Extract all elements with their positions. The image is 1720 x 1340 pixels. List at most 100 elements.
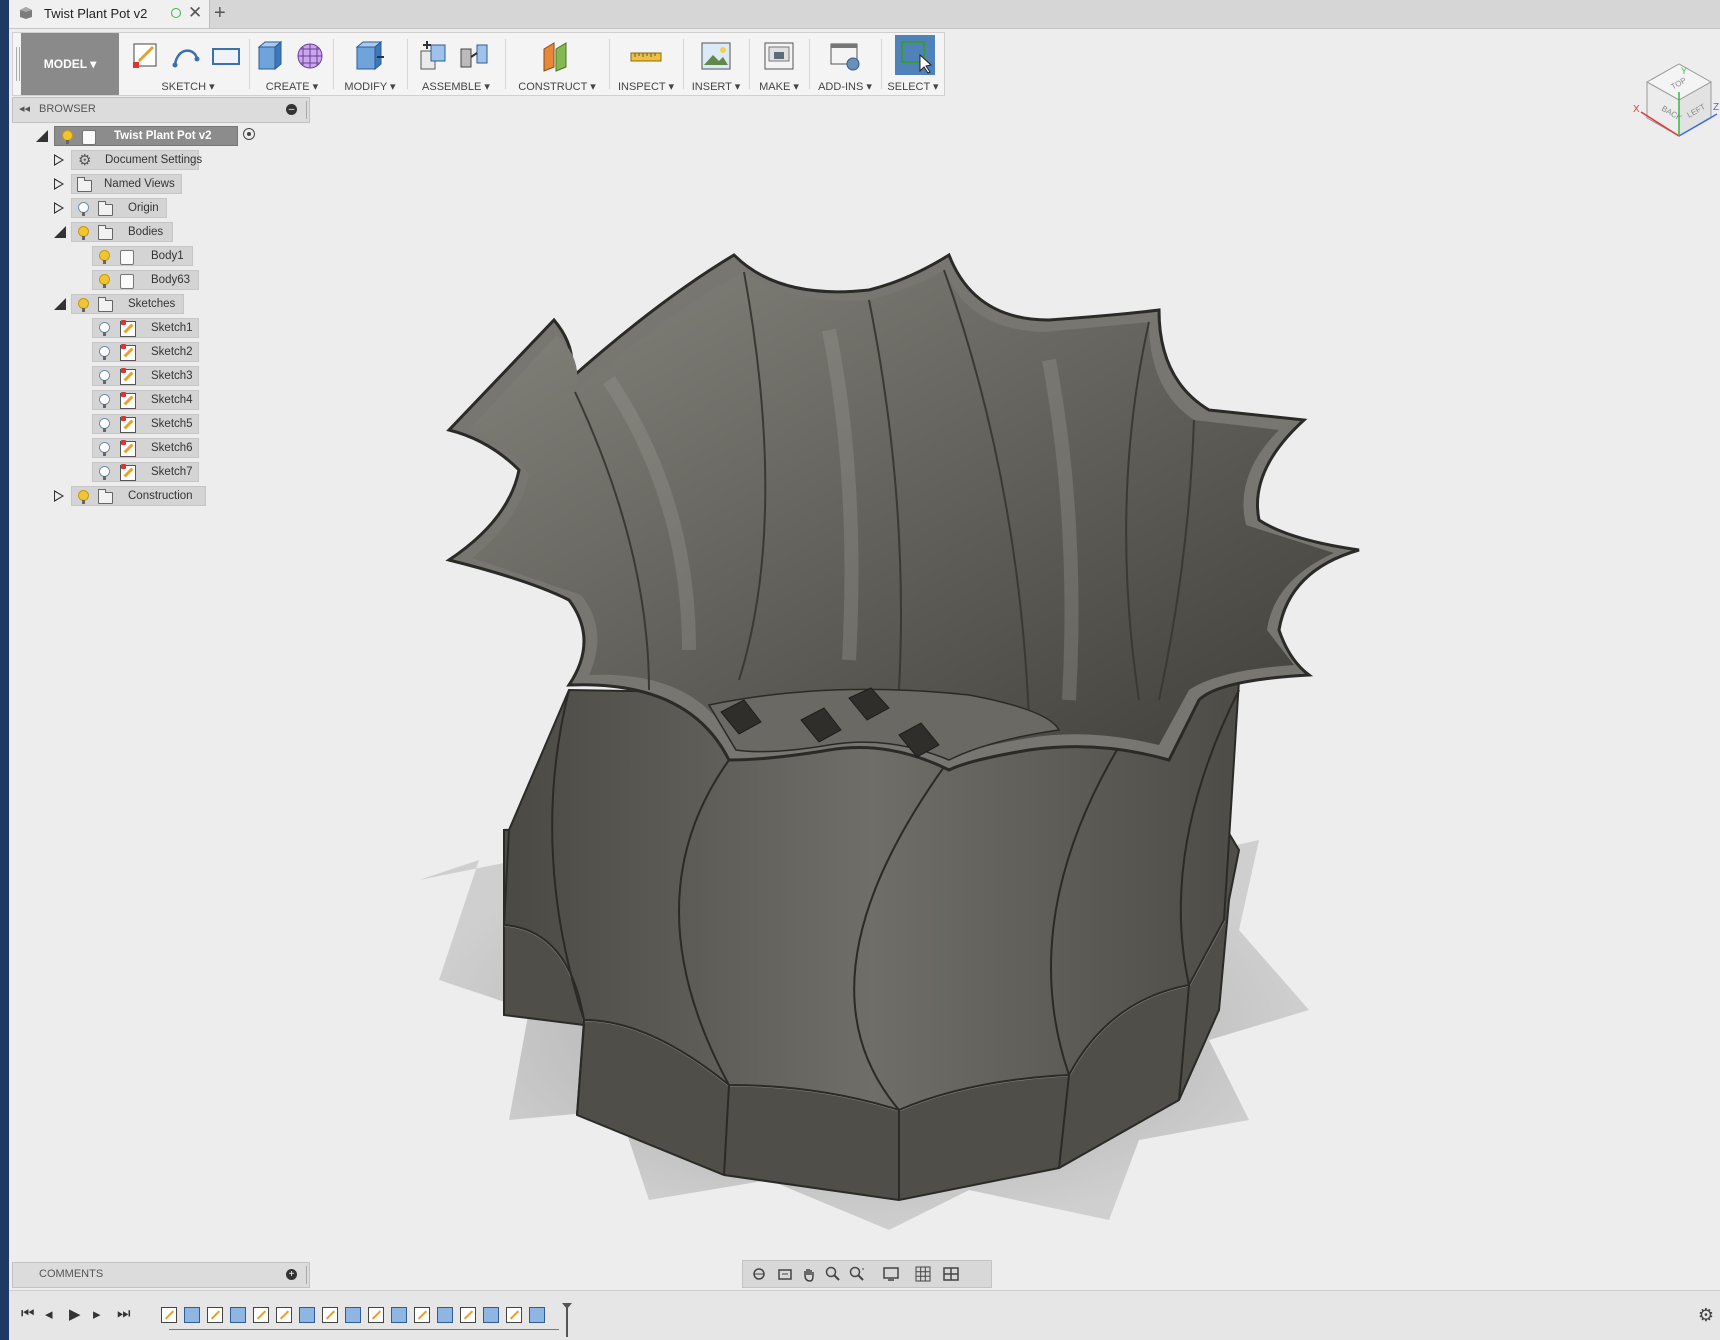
orbit-icon[interactable] bbox=[751, 1266, 767, 1282]
visibility-bulb-icon[interactable] bbox=[99, 418, 110, 432]
sketch4-node[interactable]: Sketch4 bbox=[92, 390, 199, 410]
visibility-bulb-icon[interactable] bbox=[78, 490, 89, 504]
go-to-end-button[interactable]: ⏭ bbox=[117, 1305, 131, 1322]
sketch6-node[interactable]: Sketch6 bbox=[92, 438, 199, 458]
visibility-bulb-icon[interactable] bbox=[62, 130, 73, 144]
construct-menu[interactable]: CONSTRUCT ▾ bbox=[507, 80, 607, 93]
insert-image-icon[interactable] bbox=[699, 39, 733, 73]
body1-node[interactable]: Body1 bbox=[92, 246, 193, 266]
expand-toggle[interactable] bbox=[54, 226, 66, 238]
expand-toggle[interactable] bbox=[54, 178, 64, 190]
rectangle-icon[interactable] bbox=[209, 39, 243, 73]
timeline-sketch-feature[interactable] bbox=[253, 1307, 269, 1323]
create-menu[interactable]: CREATE ▾ bbox=[253, 80, 331, 93]
sketch2-node[interactable]: Sketch2 bbox=[92, 342, 199, 362]
viewports-icon[interactable] bbox=[943, 1266, 959, 1282]
bodies-node[interactable]: Bodies bbox=[71, 222, 173, 242]
root-component[interactable]: Twist Plant Pot v2 bbox=[54, 126, 238, 146]
expand-toggle[interactable] bbox=[54, 298, 66, 310]
expand-toggle[interactable] bbox=[36, 130, 48, 142]
origin-node[interactable]: Origin bbox=[71, 198, 167, 218]
timeline-extrude-feature[interactable] bbox=[529, 1307, 545, 1323]
timeline-extrude-feature[interactable] bbox=[437, 1307, 453, 1323]
visibility-bulb-icon[interactable] bbox=[78, 202, 89, 216]
select-menu[interactable]: SELECT ▾ bbox=[883, 80, 943, 93]
insert-menu[interactable]: INSERT ▾ bbox=[685, 80, 747, 93]
timeline-sketch-feature[interactable] bbox=[506, 1307, 522, 1323]
body63-node[interactable]: Body63 bbox=[92, 270, 199, 290]
fit-icon[interactable] bbox=[849, 1266, 865, 1282]
new-component-icon[interactable] bbox=[417, 39, 451, 73]
visibility-bulb-icon[interactable] bbox=[99, 394, 110, 408]
visibility-bulb-icon[interactable] bbox=[99, 370, 110, 384]
timeline-marker[interactable] bbox=[562, 1303, 572, 1337]
extrude-icon[interactable] bbox=[253, 39, 287, 73]
workspace-switcher[interactable]: MODEL ▾ bbox=[21, 33, 119, 95]
comments-resize-handle[interactable] bbox=[306, 1266, 307, 1284]
expand-toggle[interactable] bbox=[54, 154, 64, 166]
sketch-menu[interactable]: SKETCH ▾ bbox=[129, 80, 247, 93]
document-tab[interactable]: Twist Plant Pot v2 ✕ bbox=[9, 0, 210, 28]
modify-menu[interactable]: MODIFY ▾ bbox=[335, 80, 405, 93]
timeline-extrude-feature[interactable] bbox=[483, 1307, 499, 1323]
timeline-extrude-feature[interactable] bbox=[184, 1307, 200, 1323]
joint-icon[interactable] bbox=[457, 39, 491, 73]
browser-resize-handle[interactable] bbox=[306, 101, 307, 119]
timeline-extrude-feature[interactable] bbox=[391, 1307, 407, 1323]
document-settings-node[interactable]: ⚙ Document Settings bbox=[71, 150, 202, 170]
timeline-extrude-feature[interactable] bbox=[299, 1307, 315, 1323]
go-to-start-button[interactable]: ⏮ bbox=[21, 1305, 35, 1322]
timeline-sketch-feature[interactable] bbox=[161, 1307, 177, 1323]
create-sketch-icon[interactable] bbox=[129, 39, 163, 73]
scripts-addins-icon[interactable] bbox=[828, 39, 862, 73]
timeline-sketch-feature[interactable] bbox=[322, 1307, 338, 1323]
browser-options-button[interactable]: – bbox=[286, 104, 297, 115]
make-menu[interactable]: MAKE ▾ bbox=[751, 80, 807, 93]
sketch3-node[interactable]: Sketch3 bbox=[92, 366, 199, 386]
display-settings-icon[interactable] bbox=[883, 1266, 899, 1282]
press-pull-icon[interactable] bbox=[351, 39, 385, 73]
line-icon[interactable] bbox=[169, 39, 203, 73]
play-button[interactable]: ▶ bbox=[69, 1305, 81, 1323]
visibility-bulb-icon[interactable] bbox=[99, 346, 110, 360]
sketch1-node[interactable]: Sketch1 bbox=[92, 318, 199, 338]
visibility-bulb-icon[interactable] bbox=[99, 442, 110, 456]
construction-node[interactable]: Construction bbox=[71, 486, 206, 506]
look-at-icon[interactable] bbox=[777, 1266, 793, 1282]
step-forward-button[interactable]: ▸ bbox=[93, 1305, 101, 1323]
visibility-bulb-icon[interactable] bbox=[99, 322, 110, 336]
close-tab-button[interactable]: ✕ bbox=[188, 3, 202, 23]
visibility-bulb-icon[interactable] bbox=[99, 466, 110, 480]
sketch7-node[interactable]: Sketch7 bbox=[92, 462, 199, 482]
toolbar-grip[interactable] bbox=[16, 47, 20, 81]
measure-icon[interactable] bbox=[629, 39, 663, 73]
visibility-bulb-icon[interactable] bbox=[78, 226, 89, 240]
create-form-icon[interactable] bbox=[293, 39, 327, 73]
select-icon[interactable] bbox=[895, 35, 935, 75]
timeline-sketch-feature[interactable] bbox=[460, 1307, 476, 1323]
named-views-node[interactable]: Named Views bbox=[71, 174, 182, 194]
new-tab-button[interactable]: + bbox=[214, 2, 226, 25]
add-comment-button[interactable]: + bbox=[286, 1269, 297, 1280]
assemble-menu[interactable]: ASSEMBLE ▾ bbox=[409, 80, 503, 93]
offset-plane-icon[interactable] bbox=[540, 39, 574, 73]
timeline-extrude-feature[interactable] bbox=[345, 1307, 361, 1323]
timeline-loft-feature[interactable] bbox=[230, 1307, 246, 1323]
sketch5-node[interactable]: Sketch5 bbox=[92, 414, 199, 434]
timeline-sketch-feature[interactable] bbox=[276, 1307, 292, 1323]
grid-icon[interactable] bbox=[915, 1266, 931, 1282]
pan-hand-icon[interactable] bbox=[801, 1266, 817, 1282]
zoom-icon[interactable] bbox=[825, 1266, 841, 1282]
visibility-bulb-icon[interactable] bbox=[99, 250, 110, 264]
sketches-node[interactable]: Sketches bbox=[71, 294, 184, 314]
expand-toggle[interactable] bbox=[54, 490, 64, 502]
visibility-bulb-icon[interactable] bbox=[78, 298, 89, 312]
inspect-menu[interactable]: INSPECT ▾ bbox=[611, 80, 681, 93]
make-3dprint-icon[interactable] bbox=[762, 39, 796, 73]
collapse-browser-button[interactable]: ◂◂ bbox=[19, 102, 30, 115]
step-back-button[interactable]: ◂ bbox=[45, 1305, 53, 1323]
timeline-sketch-feature[interactable] bbox=[414, 1307, 430, 1323]
expand-toggle[interactable] bbox=[54, 202, 64, 214]
visibility-bulb-icon[interactable] bbox=[99, 274, 110, 288]
timeline-sketch-feature[interactable] bbox=[368, 1307, 384, 1323]
